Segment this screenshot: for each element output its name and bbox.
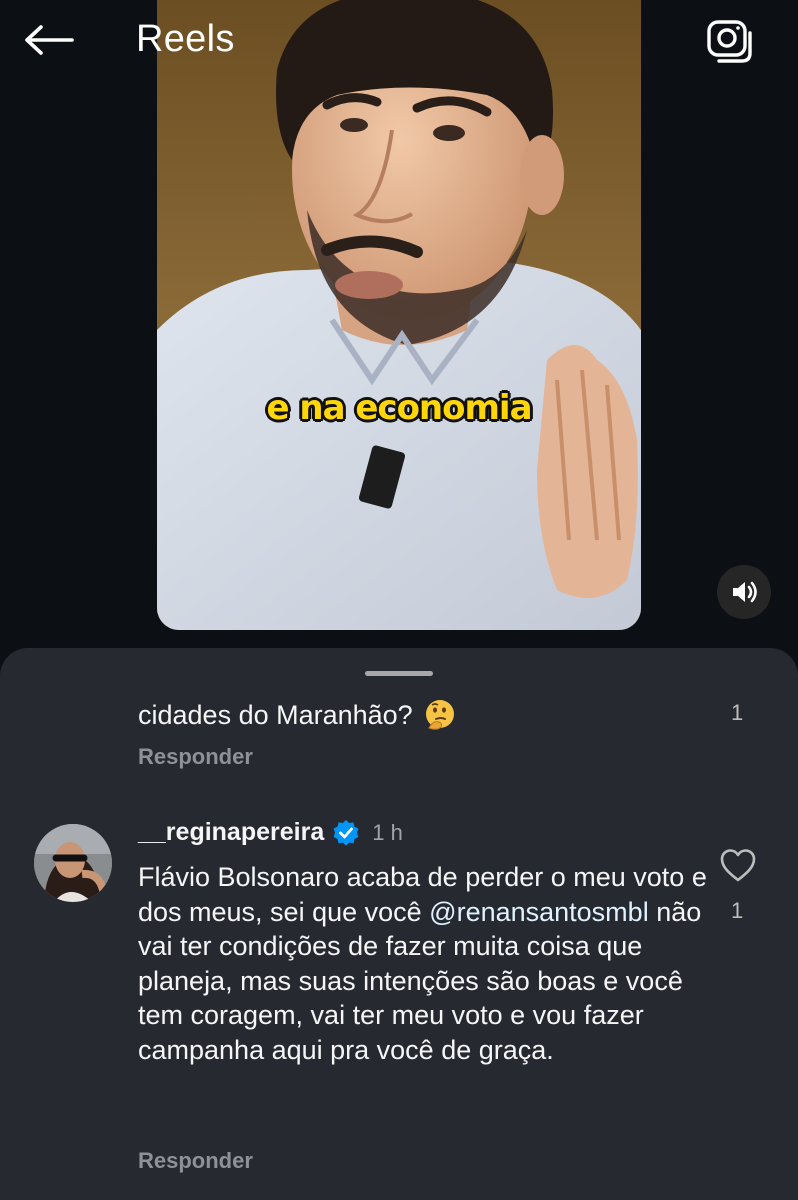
verified-badge-icon: [333, 819, 359, 846]
comment-text-content: cidades do Maranhão?: [138, 699, 413, 730]
avatar[interactable]: [34, 824, 112, 902]
page-title: Reels: [136, 18, 235, 60]
like-button[interactable]: [719, 848, 757, 884]
comment-username[interactable]: __reginapereira: [138, 818, 324, 847]
sheet-drag-handle[interactable]: [365, 671, 433, 676]
comment-header: __reginapereira 1 h: [138, 818, 403, 847]
top-bar: Reels: [0, 0, 798, 80]
comment-like-count: 1: [731, 898, 744, 923]
comment-like-count: 1: [731, 700, 744, 725]
comment-text: cidades do Maranhão?: [138, 698, 457, 732]
reels-screen: e na economia Reels cidades do Maranhão?…: [0, 0, 798, 1200]
heart-icon: [720, 849, 756, 882]
video-caption: e na economia: [266, 388, 532, 428]
comment-time: 1 h: [372, 819, 403, 845]
arrow-left-icon: [25, 25, 74, 55]
mute-button[interactable]: [717, 565, 771, 619]
video-frame: [157, 0, 641, 630]
mention-link[interactable]: @renansantosmbl: [429, 897, 649, 927]
reply-button[interactable]: Responder: [138, 744, 253, 770]
camera-button[interactable]: [704, 14, 756, 66]
reel-video[interactable]: e na economia: [157, 0, 641, 630]
comment-text: Flávio Bolsonaro acaba de perder o meu v…: [138, 860, 708, 1067]
avatar-photo: [34, 824, 112, 902]
back-button[interactable]: [24, 18, 78, 62]
reply-button[interactable]: Responder: [138, 1148, 253, 1174]
comments-sheet: cidades do Maranhão? 1 Responder __regin…: [0, 648, 798, 1200]
speaker-icon: [733, 581, 757, 603]
camera-icon: [707, 20, 752, 63]
thinking-face-emoji-icon: [425, 700, 454, 730]
